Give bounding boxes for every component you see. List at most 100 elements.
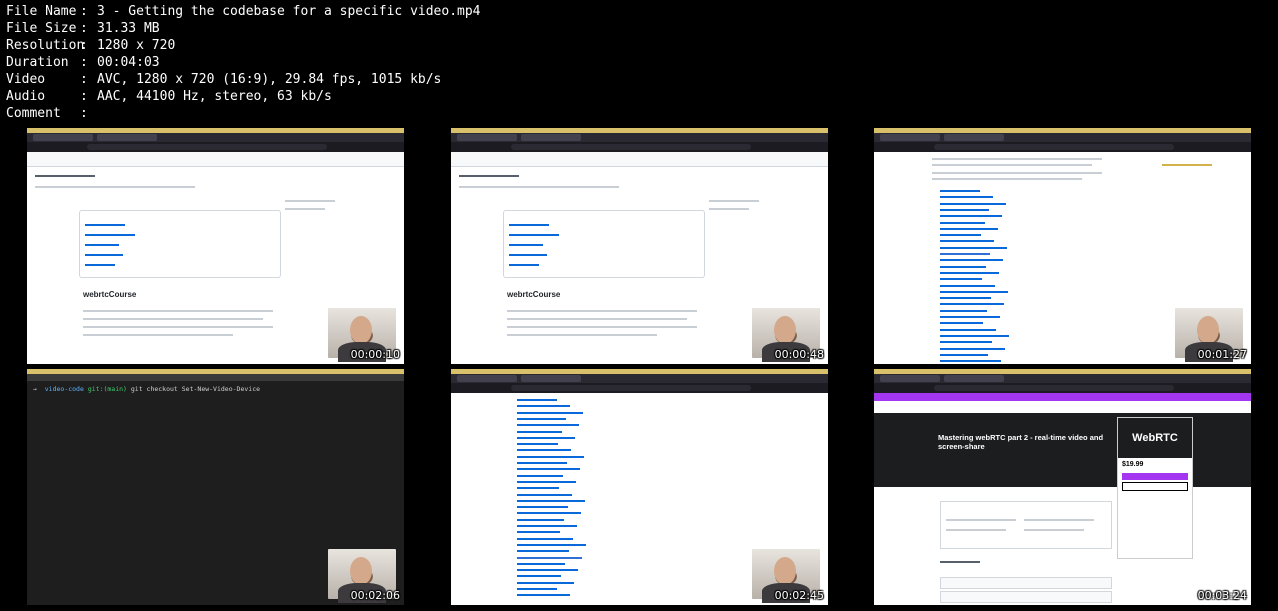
list-item xyxy=(517,405,570,408)
repo-path xyxy=(459,175,519,177)
file-link xyxy=(85,234,135,236)
list-item xyxy=(517,474,563,477)
file-link xyxy=(85,224,125,226)
list-item xyxy=(940,208,989,211)
readme-text xyxy=(932,172,1102,174)
list-item xyxy=(940,265,986,268)
info-row-audio: Audio: AAC, 44100 Hz, stereo, 63 kb/s xyxy=(6,89,332,104)
readme-text xyxy=(83,326,273,328)
readme-text xyxy=(932,158,1102,160)
list-item xyxy=(940,196,993,199)
section-row[interactable] xyxy=(940,591,1112,603)
list-item xyxy=(940,347,1005,350)
repo-tabs xyxy=(35,186,195,188)
list-item xyxy=(517,531,560,534)
course-preview[interactable]: WebRTC xyxy=(1118,418,1192,458)
list-item xyxy=(517,449,571,452)
github-header xyxy=(27,152,404,167)
thumbnail-6[interactable]: Mastering webRTC part 2 - real-time vide… xyxy=(874,369,1251,605)
list-item xyxy=(940,215,1002,218)
list-item xyxy=(517,493,572,496)
file-info-panel: File Name:3 - Getting the codebase for a… xyxy=(6,3,481,122)
timestamp: 00:02:06 xyxy=(350,589,400,602)
list-item xyxy=(940,240,994,243)
info-row-file-name: File Name:3 - Getting the codebase for a… xyxy=(6,4,481,19)
list-item xyxy=(940,221,985,224)
list-item xyxy=(940,303,1004,306)
info-row-video: Video: AVC, 1280 x 720 (16:9), 29.84 fps,… xyxy=(6,72,442,87)
thumbnail-2[interactable]: webrtcCourse 00:00:48 xyxy=(451,128,828,364)
list-item xyxy=(517,424,579,427)
list-item xyxy=(517,575,561,578)
timestamp: 00:01:27 xyxy=(1197,348,1247,361)
learn-item xyxy=(946,519,1016,521)
readme-text xyxy=(83,334,233,336)
list-item xyxy=(940,322,983,325)
readme-text xyxy=(83,318,263,320)
course-title: Mastering webRTC part 2 - real-time vide… xyxy=(938,433,1104,451)
readme-text xyxy=(83,310,273,312)
list-item xyxy=(517,462,567,464)
list-item xyxy=(517,594,570,597)
buy-now-button[interactable] xyxy=(1122,482,1188,491)
list-item xyxy=(940,328,996,331)
repo-tabs xyxy=(459,186,619,188)
info-row-resolution: Resolution: 1280 x 720 xyxy=(6,38,176,53)
list-item xyxy=(517,411,583,414)
browser-tabs xyxy=(27,133,404,142)
timestamp: 00:00:48 xyxy=(774,348,824,361)
browser-tabs xyxy=(451,374,828,383)
list-item xyxy=(517,543,586,546)
terminal-command-line: → video-code git:(main) git checkout Set… xyxy=(33,385,261,393)
list-item xyxy=(517,443,558,446)
thumbnail-3[interactable]: 00:01:27 xyxy=(874,128,1251,364)
thumbnail-1[interactable]: webrtcCourse 00:00:10 xyxy=(27,128,404,364)
list-item xyxy=(517,588,557,590)
list-item xyxy=(940,290,1008,293)
timestamp: 00:03:24 xyxy=(1197,589,1247,602)
add-to-cart-button[interactable] xyxy=(1122,473,1188,480)
info-row-duration: Duration:00:04:03 xyxy=(6,55,160,70)
list-item xyxy=(940,259,1003,262)
learn-item xyxy=(1024,519,1094,521)
list-item xyxy=(940,284,995,287)
course-content-heading xyxy=(940,561,980,563)
file-link xyxy=(85,244,119,246)
list-item xyxy=(940,334,1009,337)
repo-path xyxy=(35,175,95,177)
readme-text xyxy=(507,318,687,320)
section-row[interactable] xyxy=(940,577,1112,589)
info-row-file-size: File Size:31.33 MB xyxy=(6,21,160,36)
list-item xyxy=(940,278,982,281)
course-price: $19.99 xyxy=(1122,461,1144,468)
file-link xyxy=(509,224,549,226)
prompt-dir: video-code xyxy=(44,385,84,393)
list-item xyxy=(517,399,557,401)
about-text xyxy=(285,200,335,202)
purchase-card: WebRTC $19.99 xyxy=(1117,417,1193,559)
list-item xyxy=(940,297,991,300)
browser-urlbar xyxy=(451,142,828,152)
browser-urlbar xyxy=(451,383,828,393)
list-item xyxy=(517,499,585,502)
thumbnail-4[interactable]: → video-code git:(main) git checkout Set… xyxy=(27,369,404,605)
browser-urlbar xyxy=(27,142,404,152)
readme-heading: webrtcCourse xyxy=(83,290,137,299)
list-item xyxy=(940,202,1006,205)
list-item xyxy=(940,190,980,192)
about-text xyxy=(285,208,325,210)
about-text xyxy=(709,208,749,210)
readme-text xyxy=(507,326,697,328)
thumbnail-5[interactable]: 00:02:45 xyxy=(451,369,828,605)
list-item xyxy=(517,487,559,490)
list-item xyxy=(517,518,564,521)
list-item xyxy=(940,246,1007,249)
language-bar xyxy=(1162,164,1212,166)
learn-item xyxy=(946,529,1006,531)
git-branch: git:(main) xyxy=(87,385,127,393)
readme-text xyxy=(507,334,657,336)
list-item xyxy=(940,360,1001,363)
list-item xyxy=(517,569,578,572)
file-link xyxy=(509,264,539,266)
browser-tabs xyxy=(874,374,1251,383)
